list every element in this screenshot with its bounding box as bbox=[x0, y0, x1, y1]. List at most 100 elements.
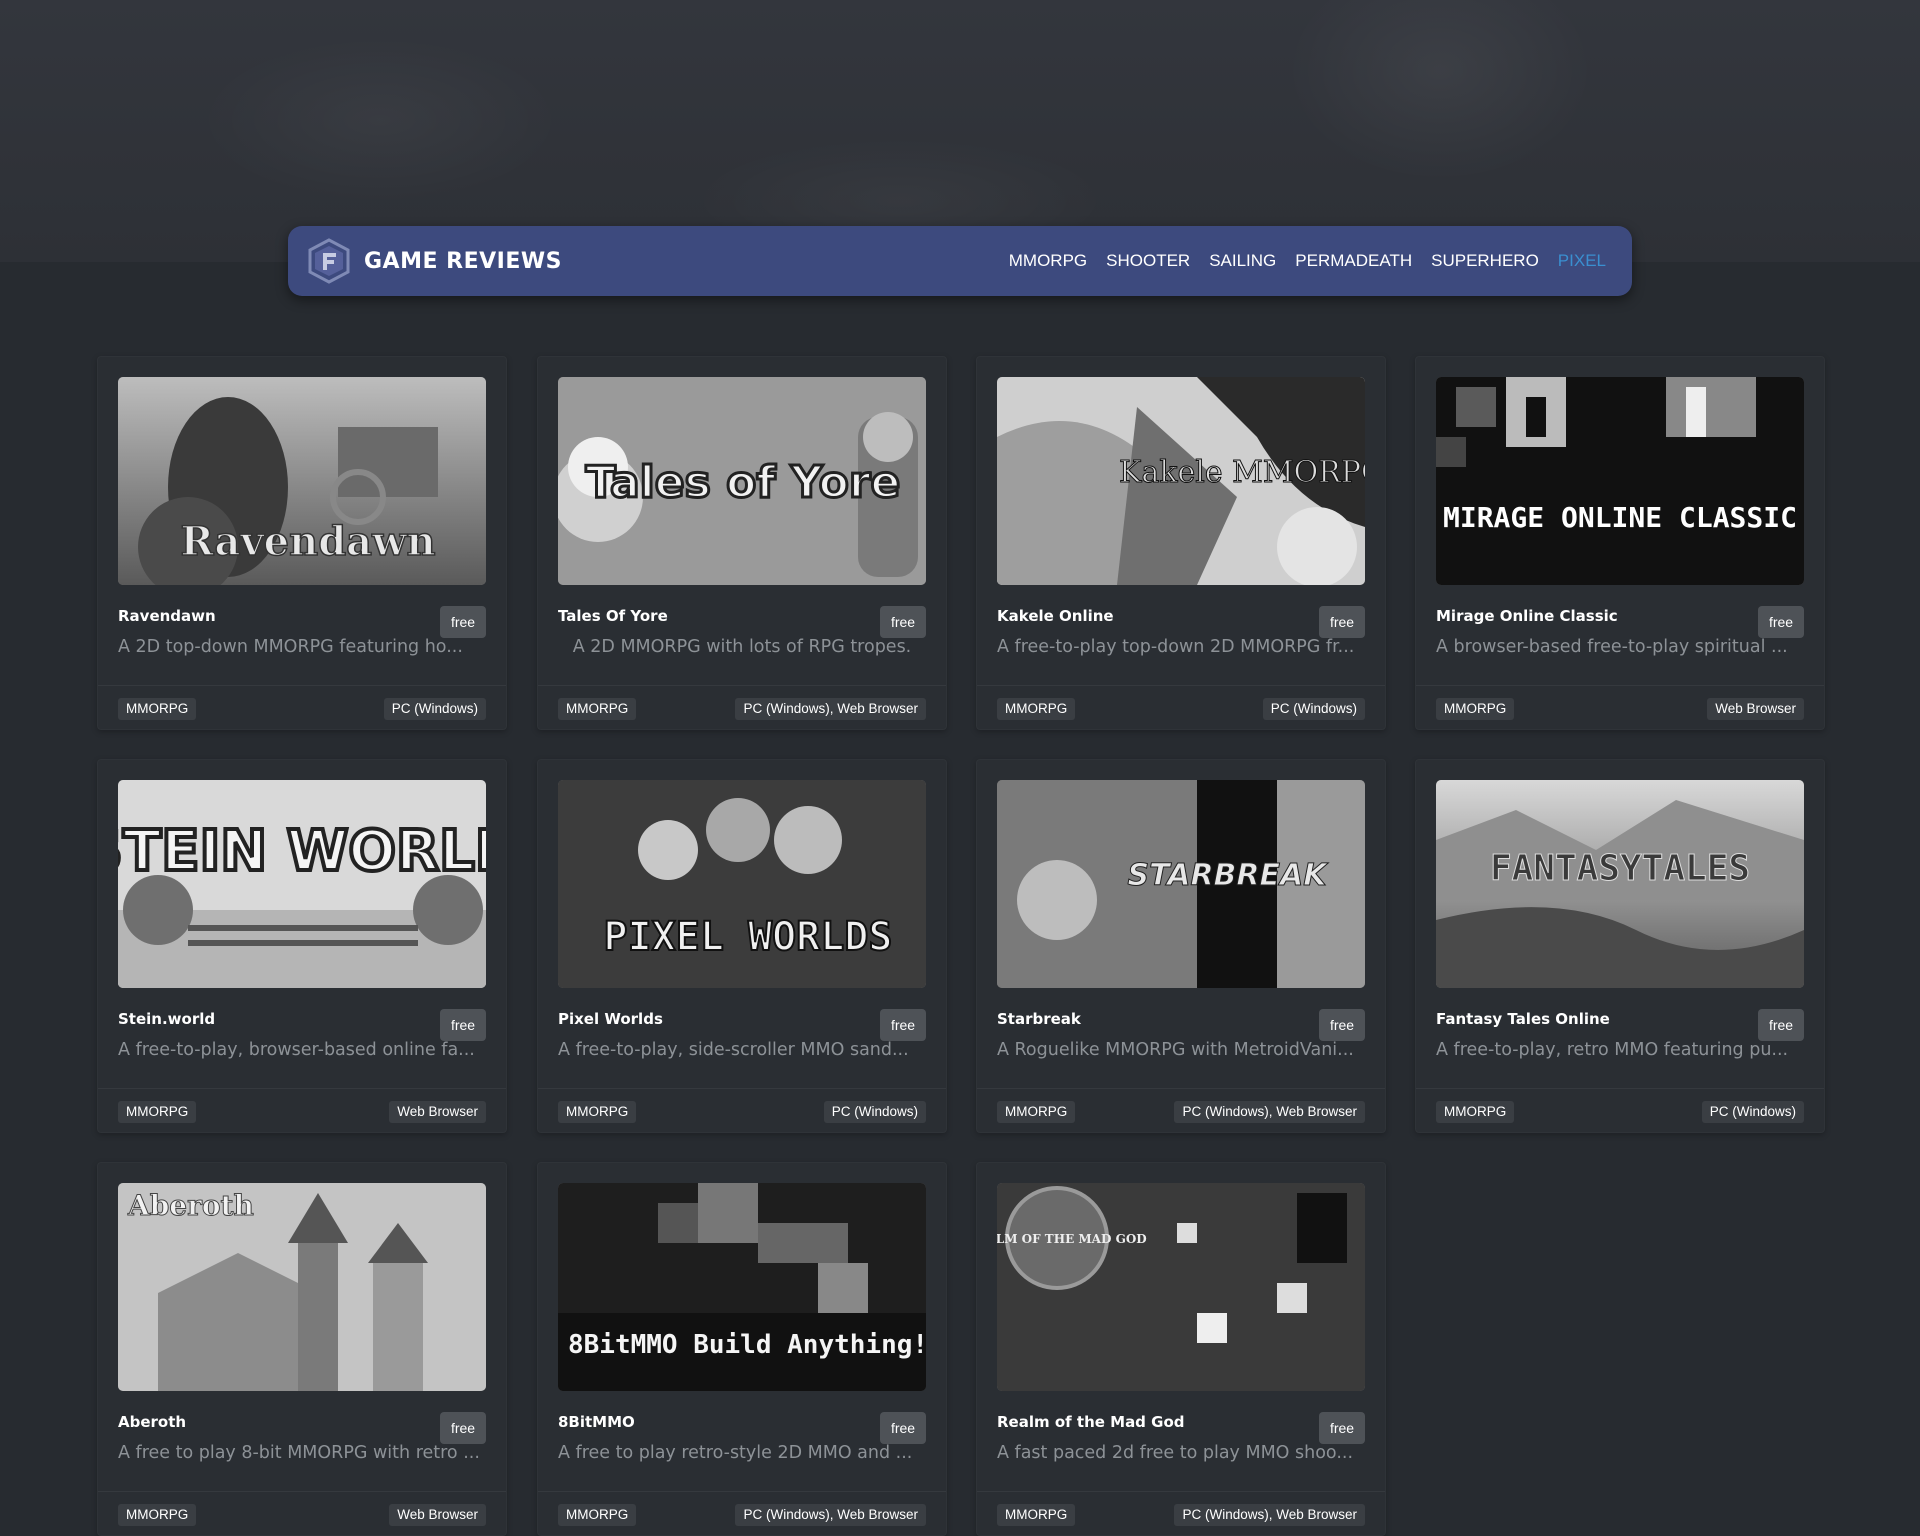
game-card[interactable]: PIXEL WORLDS Pixel Worlds free A free-to… bbox=[537, 759, 947, 1133]
game-card[interactable]: FANTASYTALES Fantasy Tales Online free A… bbox=[1415, 759, 1825, 1133]
game-card[interactable]: Ravendawn Ravendawn free A 2D top-down M… bbox=[97, 356, 507, 730]
card-footer: MMORPG PC (Windows), Web Browser bbox=[538, 1491, 946, 1536]
game-card[interactable]: Kakele MMORPG Kakele Online free A free-… bbox=[976, 356, 1386, 730]
genre-tag: MMORPG bbox=[997, 1504, 1076, 1526]
platform-tag: PC (Windows), Web Browser bbox=[735, 698, 926, 720]
game-card[interactable]: MIRAGE ONLINE CLASSIC Mirage Online Clas… bbox=[1415, 356, 1825, 730]
game-art-text: Kakele MMORPG bbox=[1119, 455, 1365, 490]
nav-link-sailing[interactable]: SAILING bbox=[1209, 251, 1276, 271]
card-footer: MMORPG PC (Windows), Web Browser bbox=[538, 685, 946, 730]
card-footer: MMORPG PC (Windows), Web Browser bbox=[977, 1088, 1385, 1133]
price-badge: free bbox=[880, 1412, 926, 1444]
card-footer: MMORPG PC (Windows) bbox=[98, 685, 506, 730]
game-thumbnail[interactable]: FANTASYTALES bbox=[1436, 780, 1804, 988]
game-thumbnail[interactable]: REALM OF THE MAD GOD bbox=[997, 1183, 1365, 1391]
card-footer: MMORPG PC (Windows) bbox=[1416, 1088, 1824, 1133]
platform-tag: Web Browser bbox=[1707, 698, 1804, 720]
game-art: MIRAGE ONLINE CLASSIC bbox=[1436, 377, 1804, 585]
platform-tag: PC (Windows), Web Browser bbox=[1174, 1504, 1365, 1526]
game-art: Aberoth bbox=[118, 1183, 486, 1391]
game-thumbnail[interactable]: 8BitMMO Build Anything! bbox=[558, 1183, 926, 1391]
price-badge: free bbox=[440, 1009, 486, 1041]
logo-icon bbox=[308, 238, 350, 284]
game-description: A free-to-play, browser-based online fa.… bbox=[118, 1040, 475, 1060]
platform-tag: Web Browser bbox=[389, 1504, 486, 1526]
card-footer: MMORPG Web Browser bbox=[98, 1491, 506, 1536]
game-art-text: FANTASYTALES bbox=[1490, 848, 1750, 889]
price-badge: free bbox=[1758, 606, 1804, 638]
nav-links: MMORPG SHOOTER SAILING PERMADEATH SUPERH… bbox=[990, 226, 1606, 296]
game-title[interactable]: Realm of the Mad God bbox=[997, 1413, 1185, 1431]
game-art-text: PIXEL WORLDS bbox=[604, 914, 893, 960]
card-footer: MMORPG PC (Windows), Web Browser bbox=[977, 1491, 1385, 1536]
brand[interactable]: GAME REVIEWS bbox=[306, 237, 562, 285]
price-badge: free bbox=[1758, 1009, 1804, 1041]
nav-link-shooter[interactable]: SHOOTER bbox=[1106, 251, 1190, 271]
game-card[interactable]: STARBREAK Starbreak free A Roguelike MMO… bbox=[976, 759, 1386, 1133]
game-card[interactable]: STEIN WORLD Stein.world free A free-to-p… bbox=[97, 759, 507, 1133]
platform-tag: PC (Windows) bbox=[1262, 698, 1365, 720]
game-card[interactable]: Aberoth Aberoth free A free to play 8-bi… bbox=[97, 1162, 507, 1536]
game-art: STEIN WORLD bbox=[118, 780, 486, 988]
card-footer: MMORPG PC (Windows) bbox=[977, 685, 1385, 730]
game-title[interactable]: Kakele Online bbox=[997, 607, 1114, 625]
genre-tag: MMORPG bbox=[558, 1504, 637, 1526]
game-title[interactable]: Starbreak bbox=[997, 1010, 1081, 1028]
game-title[interactable]: Tales Of Yore bbox=[558, 607, 668, 625]
game-thumbnail[interactable]: MIRAGE ONLINE CLASSIC bbox=[1436, 377, 1804, 585]
price-badge: free bbox=[880, 606, 926, 638]
game-card[interactable]: 8BitMMO Build Anything! 8BitMMO free A f… bbox=[537, 1162, 947, 1536]
game-thumbnail[interactable]: Aberoth bbox=[118, 1183, 486, 1391]
game-description: A Roguelike MMORPG with MetroidVani... bbox=[997, 1040, 1354, 1060]
nav-link-mmorpg[interactable]: MMORPG bbox=[1009, 251, 1087, 271]
game-thumbnail[interactable]: STEIN WORLD bbox=[118, 780, 486, 988]
game-title[interactable]: Fantasy Tales Online bbox=[1436, 1010, 1610, 1028]
game-art-text: STEIN WORLD bbox=[118, 819, 486, 884]
platform-tag: PC (Windows) bbox=[823, 1101, 926, 1123]
game-title[interactable]: Aberoth bbox=[118, 1413, 186, 1431]
game-description: A free-to-play, retro MMO featuring pu..… bbox=[1436, 1040, 1789, 1060]
game-thumbnail[interactable]: Kakele MMORPG bbox=[997, 377, 1365, 585]
game-description: A free-to-play top-down 2D MMORPG fr... bbox=[997, 637, 1355, 657]
top-navbar: GAME REVIEWS MMORPG SHOOTER SAILING PERM… bbox=[288, 226, 1632, 296]
game-art-text: MIRAGE ONLINE CLASSIC bbox=[1443, 501, 1797, 534]
game-thumbnail[interactable]: Ravendawn bbox=[118, 377, 486, 585]
game-title[interactable]: Stein.world bbox=[118, 1010, 215, 1028]
game-description: A free-to-play, side-scroller MMO sand..… bbox=[558, 1040, 909, 1060]
platform-tag: Web Browser bbox=[389, 1101, 486, 1123]
game-title[interactable]: Mirage Online Classic bbox=[1436, 607, 1618, 625]
game-title[interactable]: Pixel Worlds bbox=[558, 1010, 663, 1028]
hero-banner bbox=[0, 0, 1920, 262]
price-badge: free bbox=[1319, 606, 1365, 638]
game-thumbnail[interactable]: Tales of Yore bbox=[558, 377, 926, 585]
price-badge: free bbox=[1319, 1009, 1365, 1041]
game-art: PIXEL WORLDS bbox=[558, 780, 926, 988]
game-description: A fast paced 2d free to play MMO shoo... bbox=[997, 1443, 1354, 1463]
platform-tag: PC (Windows), Web Browser bbox=[1174, 1101, 1365, 1123]
game-card[interactable]: Tales of Yore Tales Of Yore free A 2D MM… bbox=[537, 356, 947, 730]
game-card[interactable]: REALM OF THE MAD GOD Realm of the Mad Go… bbox=[976, 1162, 1386, 1536]
nav-link-superhero[interactable]: SUPERHERO bbox=[1431, 251, 1539, 271]
platform-tag: PC (Windows) bbox=[1701, 1101, 1804, 1123]
game-thumbnail[interactable]: PIXEL WORLDS bbox=[558, 780, 926, 988]
card-footer: MMORPG PC (Windows) bbox=[538, 1088, 946, 1133]
game-art-text: 8BitMMO Build Anything! bbox=[568, 1330, 926, 1360]
game-art-text: REALM OF THE MAD GOD bbox=[997, 1232, 1147, 1246]
card-footer: MMORPG Web Browser bbox=[98, 1088, 506, 1133]
game-art: REALM OF THE MAD GOD bbox=[997, 1183, 1365, 1391]
game-art-text: STARBREAK bbox=[1128, 858, 1330, 893]
game-art: Tales of Yore bbox=[558, 377, 926, 585]
nav-link-permadeath[interactable]: PERMADEATH bbox=[1295, 251, 1412, 271]
game-thumbnail[interactable]: STARBREAK bbox=[997, 780, 1365, 988]
nav-link-pixel[interactable]: PIXEL bbox=[1558, 251, 1606, 271]
game-description: A free to play retro-style 2D MMO and ..… bbox=[558, 1443, 913, 1463]
game-description: A 2D top-down MMORPG featuring ho... bbox=[118, 637, 463, 657]
game-title[interactable]: 8BitMMO bbox=[558, 1413, 635, 1431]
game-title[interactable]: Ravendawn bbox=[118, 607, 216, 625]
genre-tag: MMORPG bbox=[997, 1101, 1076, 1123]
genre-tag: MMORPG bbox=[997, 698, 1076, 720]
game-art: STARBREAK bbox=[997, 780, 1365, 988]
price-badge: free bbox=[1319, 1412, 1365, 1444]
brand-title: GAME REVIEWS bbox=[364, 248, 562, 274]
game-art: Ravendawn bbox=[118, 377, 486, 585]
